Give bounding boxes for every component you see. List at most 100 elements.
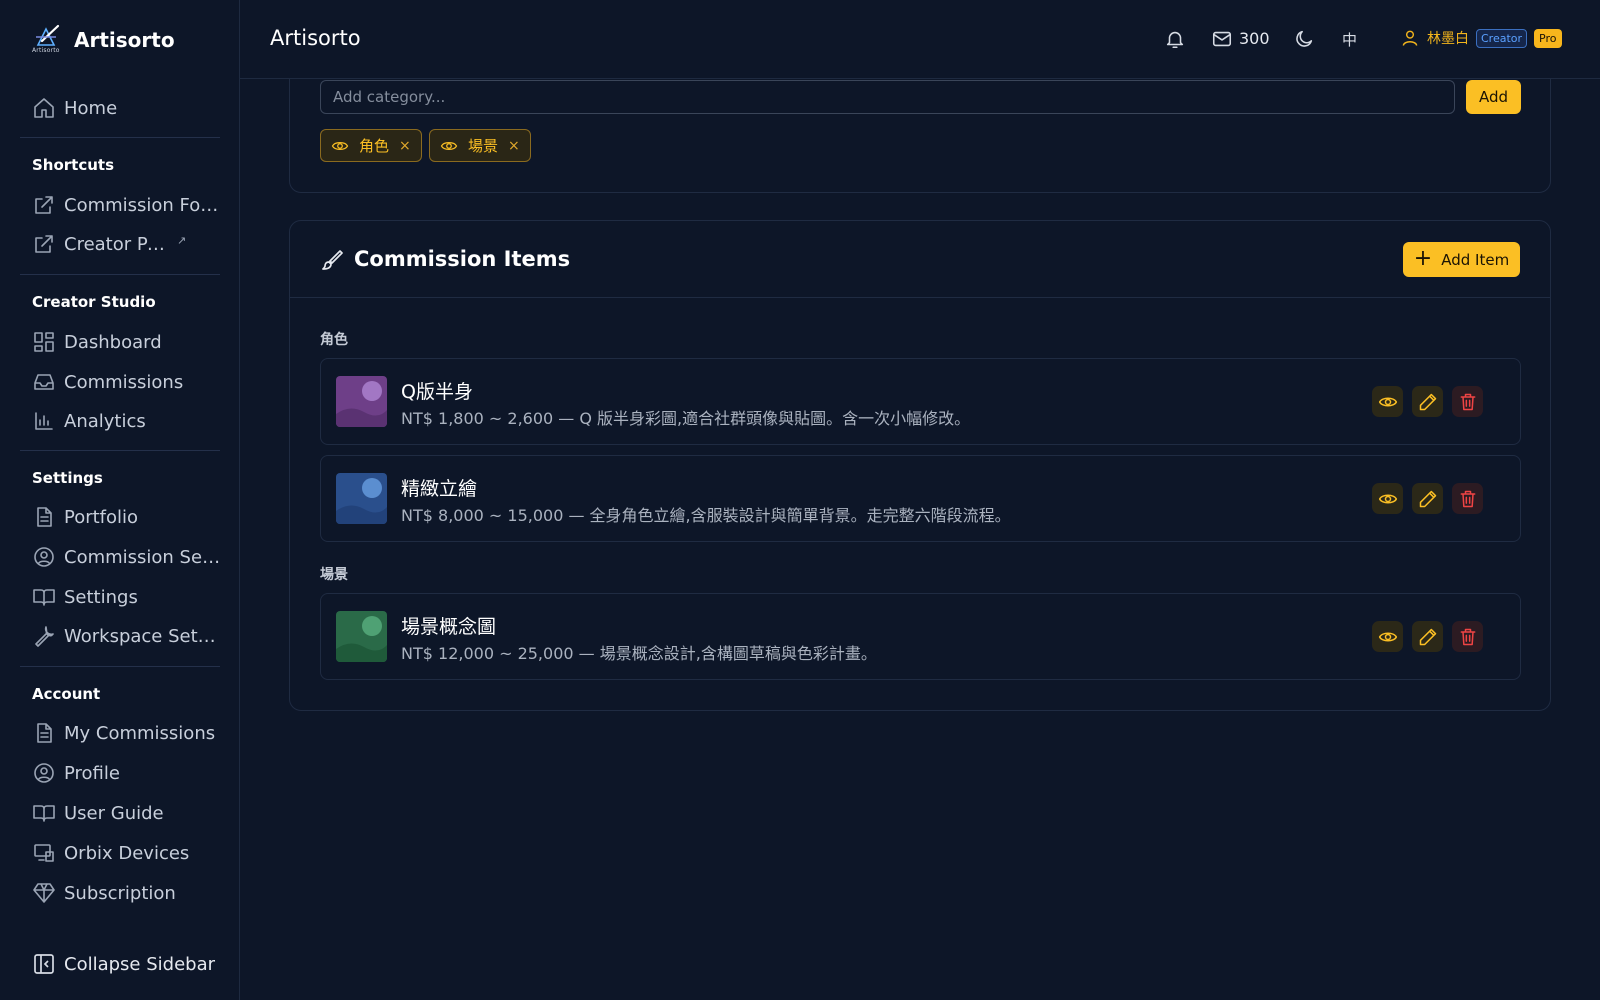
sidebar-item-my-commissions[interactable]: My Commissions: [32, 717, 222, 749]
item-thumbnail: [336, 473, 387, 524]
file-text-icon: [37, 723, 52, 743]
brand-name: Artisorto: [74, 28, 175, 52]
eye-icon: [440, 141, 458, 150]
page-title: Artisorto: [270, 26, 361, 50]
remove-category-button[interactable]: ×: [508, 138, 520, 154]
sidebar-item-subscription[interactable]: Subscription: [32, 877, 222, 909]
language-switch[interactable]: 中: [1342, 29, 1357, 50]
pencil-icon: [1419, 393, 1436, 410]
sidebar-item-label: Subscription: [64, 882, 176, 904]
user-menu[interactable]: 林墨白 Creator Pro: [1400, 28, 1562, 48]
pencil-icon: [1419, 490, 1436, 507]
bell-icon: [1166, 31, 1184, 49]
section-title-creator-studio: Creator Studio: [32, 293, 156, 311]
sidebar-item-orbix-devices[interactable]: Orbix Devices: [32, 837, 222, 869]
theme-toggle[interactable]: [1293, 28, 1315, 50]
commission-items-title: Commission Items: [354, 247, 571, 271]
plus-icon: +: [1413, 245, 1433, 271]
sidebar-item-label: User Guide: [64, 802, 164, 824]
divider: [20, 666, 220, 667]
collapse-sidebar-label: Collapse Sidebar: [64, 953, 215, 975]
toggle-visibility-button[interactable]: [1372, 386, 1403, 417]
eye-icon: [1378, 494, 1397, 503]
divider: [20, 137, 220, 138]
item-thumbnail: [336, 376, 387, 427]
edit-item-button[interactable]: [1412, 386, 1443, 417]
paintbrush-icon: [322, 250, 343, 270]
delete-item-button[interactable]: [1452, 386, 1483, 417]
wrench-icon: [35, 626, 54, 647]
sidebar-item-dashboard[interactable]: Dashboard: [32, 326, 222, 358]
bar-chart-icon: [35, 412, 53, 430]
category-chip[interactable]: 場景 ×: [429, 129, 531, 162]
book-open-icon: [33, 805, 55, 822]
eye-icon: [331, 141, 349, 150]
notifications-button[interactable]: [1164, 28, 1186, 50]
section-title-settings: Settings: [32, 469, 103, 487]
sidebar-item-label: Profile: [64, 762, 120, 784]
sidebar-item-commissions[interactable]: Commissions: [32, 366, 222, 398]
add-category-input[interactable]: [320, 80, 1455, 114]
commission-item-row[interactable]: 場景概念圖 NT$ 12,000 ~ 25,000 — 場景概念設計,含構圖草稿…: [320, 593, 1521, 680]
user-icon: [1402, 30, 1418, 46]
sidebar-collapse-icon: [34, 954, 54, 974]
arrow-up-right-icon: ↗: [177, 234, 187, 247]
home-icon: [34, 98, 54, 118]
item-description: NT$ 1,800 ~ 2,600 — Q 版半身彩圖,適合社群頭像與貼圖。含一…: [401, 409, 971, 428]
trash-icon: [1460, 628, 1475, 645]
user-circle-icon: [34, 547, 54, 567]
add-item-label: Add Item: [1441, 250, 1510, 269]
sidebar-item-workspace-settings[interactable]: Workspace Settings: [32, 620, 222, 652]
sidebar-item-settings[interactable]: Settings: [32, 581, 222, 613]
add-item-button[interactable]: + Add Item: [1403, 242, 1520, 277]
book-open-icon: [33, 589, 55, 606]
commission-items-card: Commission Items + Add Item 角色 Q版半身 NT$ …: [289, 220, 1551, 711]
toggle-visibility-button[interactable]: [1372, 483, 1403, 514]
dashboard-icon: [34, 332, 54, 352]
sidebar-item-user-guide[interactable]: User Guide: [32, 797, 222, 829]
sidebar-item-label: Settings: [64, 586, 138, 608]
item-thumbnail: [336, 611, 387, 662]
brand[interactable]: Artisorto Artisorto: [32, 22, 175, 58]
divider: [20, 274, 220, 275]
user-circle-icon: [34, 763, 54, 783]
category-chip[interactable]: 角色 ×: [320, 129, 422, 162]
sidebar-item-label: Orbix Devices: [64, 842, 190, 864]
devices-icon: [34, 844, 54, 862]
sidebar-item-commission-form[interactable]: Commission Form: [32, 189, 222, 221]
sidebar-item-commission-settings[interactable]: Commission Settings: [32, 541, 222, 573]
sidebar-item-label: Commission Settings: [64, 546, 222, 568]
item-name: 場景概念圖: [401, 616, 497, 638]
sidebar-item-home[interactable]: Home: [32, 92, 222, 124]
pencil-icon: [1419, 628, 1436, 645]
file-text-icon: [37, 507, 52, 527]
sidebar-item-analytics[interactable]: Analytics: [32, 405, 222, 437]
delete-item-button[interactable]: [1452, 483, 1483, 514]
delete-item-button[interactable]: [1452, 621, 1483, 652]
messages-button[interactable]: [1211, 28, 1233, 50]
edit-item-button[interactable]: [1412, 621, 1443, 652]
sidebar-item-label: Dashboard: [64, 331, 162, 353]
trash-icon: [1460, 490, 1475, 507]
mail-icon: [1212, 31, 1232, 47]
commission-item-row[interactable]: Q版半身 NT$ 1,800 ~ 2,600 — Q 版半身彩圖,適合社群頭像與…: [320, 358, 1521, 445]
sidebar-item-profile[interactable]: Profile: [32, 757, 222, 789]
group-label: 場景: [320, 567, 348, 583]
add-category-button[interactable]: Add: [1466, 80, 1521, 114]
sidebar-item-creator-page[interactable]: Creator Page ↗: [32, 228, 222, 260]
external-link-icon: [35, 235, 53, 253]
edit-item-button[interactable]: [1412, 483, 1443, 514]
category-chip-label: 角色: [359, 137, 390, 155]
toggle-visibility-button[interactable]: [1372, 621, 1403, 652]
inbox-icon: [34, 374, 54, 390]
item-name: 精緻立繪: [401, 478, 478, 500]
brush-logo-icon: [36, 24, 60, 46]
remove-category-button[interactable]: ×: [399, 138, 411, 154]
trash-icon: [1460, 393, 1475, 410]
collapse-sidebar-button[interactable]: Collapse Sidebar: [32, 952, 215, 976]
sidebar-item-portfolio[interactable]: Portfolio: [32, 501, 222, 533]
commission-item-row[interactable]: 精緻立繪 NT$ 8,000 ~ 15,000 — 全身角色立繪,含服裝設計與簡…: [320, 455, 1521, 542]
moon-icon: [1296, 30, 1313, 47]
divider: [20, 450, 220, 451]
user-name: 林墨白: [1427, 31, 1469, 47]
